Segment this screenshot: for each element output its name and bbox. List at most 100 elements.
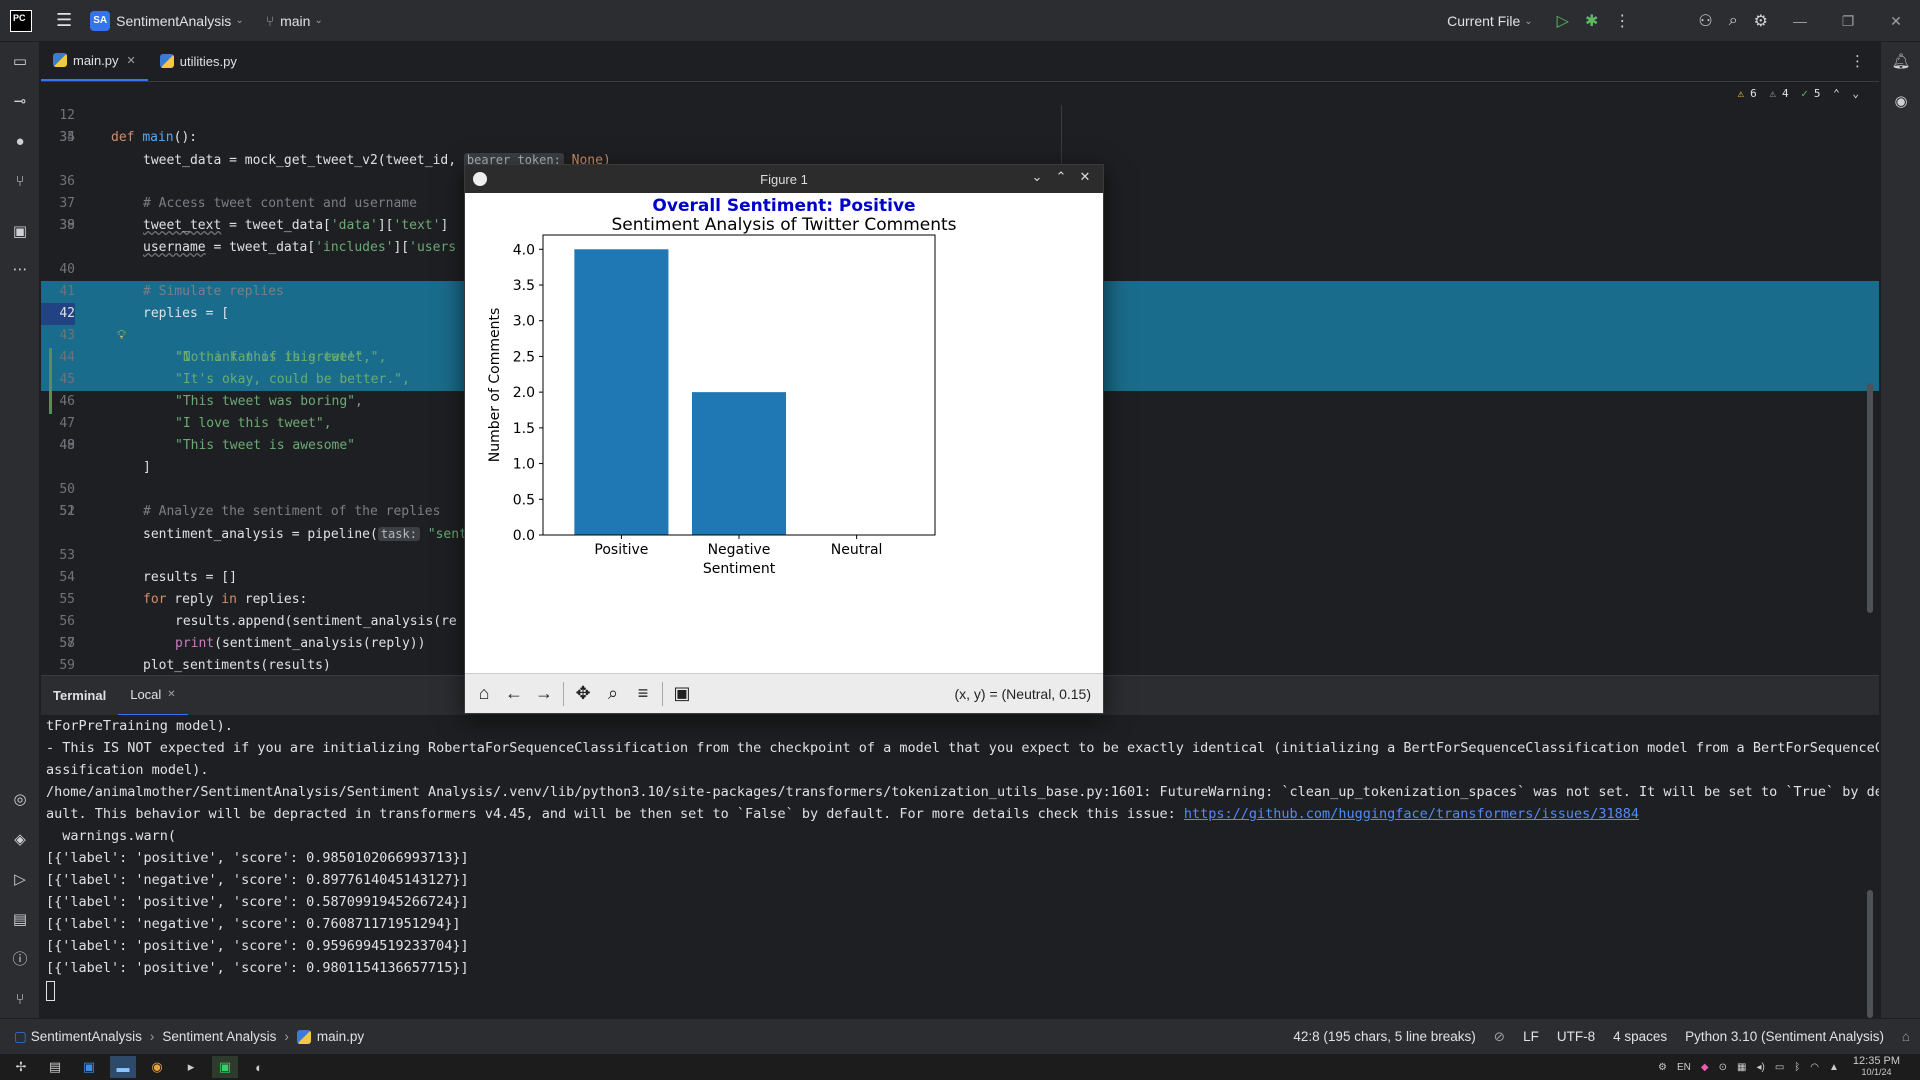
- pan-icon[interactable]: ✥: [572, 683, 594, 704]
- prev-highlight-icon[interactable]: ⌃: [1833, 87, 1840, 100]
- file-encoding[interactable]: UTF-8: [1557, 1029, 1595, 1044]
- configure-subplots-icon[interactable]: ≡: [632, 683, 654, 704]
- clock[interactable]: 12:35 PM 10/1/24: [1853, 1056, 1900, 1078]
- project-folder-icon[interactable]: ▭: [10, 52, 30, 72]
- python-app-icon[interactable]: ◐: [246, 1056, 272, 1078]
- chevron-down-icon[interactable]: ⌄: [314, 15, 322, 26]
- minimize-icon[interactable]: —: [1776, 13, 1824, 29]
- browser-icon[interactable]: ◉: [144, 1056, 170, 1078]
- editor-scrollbar[interactable]: [1867, 383, 1873, 613]
- notifications-bell-icon[interactable]: 🔔︎: [1891, 52, 1911, 72]
- more-tools-icon[interactable]: ⋯: [10, 260, 30, 280]
- chevron-down-icon[interactable]: ⌄: [235, 15, 243, 26]
- clipboard-icon[interactable]: ▦: [1737, 1062, 1746, 1073]
- tabs-menu-icon[interactable]: ⋮: [1850, 52, 1865, 70]
- tray-expand-icon[interactable]: ▲: [1829, 1062, 1839, 1073]
- close-tab-icon[interactable]: ✕: [127, 54, 136, 67]
- breadcrumb-item[interactable]: main.py: [317, 1029, 364, 1044]
- terminal-line: ault. This behavior will be depracted in…: [46, 806, 1640, 822]
- figure-window-title: Figure 1: [760, 171, 808, 187]
- save-icon[interactable]: ▣: [671, 683, 693, 704]
- terminal-output[interactable]: tForPreTraining model). - This IS NOT ex…: [41, 715, 1879, 1018]
- readonly-toggle-icon[interactable]: ⊘: [1494, 1029, 1505, 1045]
- tray-app-icon[interactable]: ◆: [1701, 1062, 1709, 1073]
- git-icon[interactable]: ⑂: [10, 990, 30, 1010]
- indent-setting[interactable]: 4 spaces: [1613, 1029, 1667, 1044]
- pycharm-app-icon[interactable]: ▣: [212, 1056, 238, 1078]
- pycharm-logo-icon[interactable]: PC: [10, 9, 32, 32]
- settings-gear-icon[interactable]: ⚙: [1754, 11, 1768, 31]
- layers-icon[interactable]: ◈: [10, 830, 30, 850]
- commit-icon[interactable]: ⊸: [10, 92, 30, 112]
- maximize-icon[interactable]: ⌃: [1049, 169, 1073, 185]
- run-icon[interactable]: ▷: [1557, 11, 1569, 31]
- python-file-icon: [296, 1029, 311, 1044]
- issue-link[interactable]: https://github.com/huggingface/transform…: [1184, 806, 1639, 822]
- terminal-tab-local[interactable]: Local ✕: [118, 676, 188, 716]
- terminal-line: [{'label': 'positive', 'score': 0.959699…: [46, 938, 469, 954]
- editor-tabs: main.py ✕ utilities.py ⋮: [41, 42, 1879, 82]
- ai-assistant-icon[interactable]: ◉: [1891, 92, 1911, 112]
- terminal-scrollbar[interactable]: [1867, 890, 1873, 1018]
- problems-icon[interactable]: ⓘ: [10, 950, 30, 970]
- media-icon[interactable]: ⊙: [1719, 1062, 1727, 1073]
- file-manager-icon[interactable]: ▣: [76, 1056, 102, 1078]
- next-highlight-icon[interactable]: ⌄: [1852, 87, 1859, 100]
- chevron-down-icon[interactable]: ⌄: [1524, 16, 1532, 27]
- figure-window[interactable]: Figure 1 ⌄ ⌃ ✕ Overall Sentiment: Positi…: [464, 164, 1104, 714]
- tab-utilities-py[interactable]: utilities.py: [148, 41, 249, 81]
- close-window-icon[interactable]: ✕: [1073, 169, 1097, 185]
- forward-arrow-icon[interactable]: →: [533, 683, 555, 704]
- y-tick-label: 2.5: [513, 349, 535, 365]
- search-icon[interactable]: ⌕: [1729, 12, 1738, 30]
- terminal-app-icon[interactable]: ▸: [178, 1056, 204, 1078]
- start-menu-icon[interactable]: ✢: [8, 1056, 34, 1078]
- run-config-selector[interactable]: Current File: [1447, 13, 1520, 29]
- home-icon[interactable]: ⌂: [473, 683, 495, 704]
- branch-name[interactable]: main: [280, 13, 310, 29]
- lock-icon[interactable]: ⌂: [1902, 1029, 1910, 1044]
- figure-canvas[interactable]: Overall Sentiment: Positive Sentiment Ana…: [465, 193, 1103, 673]
- close-tab-icon[interactable]: ✕: [167, 689, 175, 700]
- caret-position[interactable]: 42:8 (195 chars, 5 line breaks): [1293, 1029, 1475, 1044]
- terminal-line: [{'label': 'positive', 'score': 0.587099…: [46, 894, 469, 910]
- folder-icon[interactable]: ▬: [110, 1056, 136, 1078]
- terminal-prompt[interactable]: [46, 980, 55, 1002]
- volume-icon[interactable]: ◂): [1756, 1062, 1764, 1073]
- close-window-icon[interactable]: ✕: [1872, 13, 1920, 30]
- more-actions-icon[interactable]: ⋮: [1614, 11, 1630, 31]
- breadcrumb-item[interactable]: Sentiment Analysis: [162, 1029, 276, 1044]
- terminal-icon[interactable]: ▤: [10, 910, 30, 930]
- zoom-icon[interactable]: ⌕: [602, 683, 624, 704]
- branch-icon[interactable]: ⑂: [266, 13, 274, 29]
- add-user-icon[interactable]: ⚇: [1698, 11, 1712, 31]
- keyboard-language[interactable]: EN: [1677, 1062, 1691, 1073]
- restore-icon[interactable]: ❐: [1824, 13, 1872, 30]
- debug-icon[interactable]: ✱: [1585, 11, 1598, 31]
- tab-main-py[interactable]: main.py ✕: [41, 41, 148, 81]
- project-name[interactable]: SentimentAnalysis: [116, 13, 231, 29]
- change-gutter-marker: [49, 348, 52, 414]
- python-interpreter[interactable]: Python 3.10 (Sentiment Analysis): [1685, 1029, 1884, 1044]
- structure-icon[interactable]: ▣: [10, 222, 30, 242]
- line-separator[interactable]: LF: [1523, 1029, 1539, 1044]
- pull-requests-icon[interactable]: ⑂: [10, 172, 30, 192]
- minimize-icon[interactable]: ⌄: [1025, 169, 1049, 185]
- task-manager-icon[interactable]: ▤: [42, 1056, 68, 1078]
- main-menu-icon[interactable]: ☰: [56, 10, 72, 31]
- services-icon[interactable]: ▷: [10, 870, 30, 890]
- wifi-icon[interactable]: ◠: [1810, 1062, 1819, 1073]
- breadcrumb-item[interactable]: SentimentAnalysis: [31, 1029, 142, 1044]
- bluetooth-icon[interactable]: ᛒ: [1794, 1062, 1800, 1073]
- python-packages-icon[interactable]: ◎: [10, 790, 30, 810]
- tray-settings-icon[interactable]: ⚙: [1658, 1062, 1667, 1073]
- inspection-widget[interactable]: ⚠ 6 ⚠ 4 ✓ 5 ⌃ ⌄: [1732, 87, 1860, 100]
- project-badge[interactable]: SA: [90, 10, 111, 31]
- battery-icon[interactable]: ▭: [1775, 1062, 1784, 1073]
- figure-title-bar[interactable]: Figure 1 ⌄ ⌃ ✕: [465, 165, 1103, 193]
- weak-warning-icon: ⚠: [1769, 87, 1776, 100]
- bug-icon[interactable]: ●: [10, 132, 30, 152]
- os-taskbar: ✢ ▤ ▣ ▬ ◉ ▸ ▣ ◐ ⚙ EN ◆ ⊙ ▦ ◂) ▭ ᛒ ◠ ▲ 12…: [0, 1054, 1920, 1080]
- bar-chart: Overall Sentiment: PositiveSentiment Ana…: [487, 196, 957, 577]
- back-arrow-icon[interactable]: ←: [503, 683, 525, 704]
